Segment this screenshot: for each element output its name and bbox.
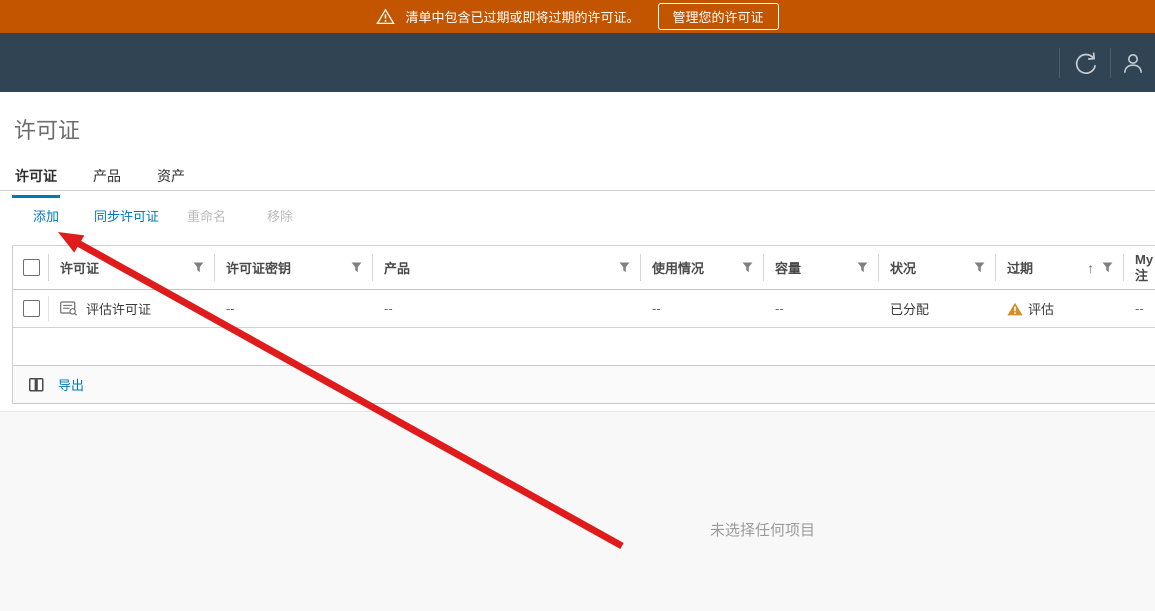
column-label: My 备注 bbox=[1135, 252, 1155, 283]
cell-value: -- bbox=[1135, 301, 1144, 316]
table-header-row: 许可证 许可证密钥 产品 使用情况 bbox=[13, 246, 1155, 290]
header-checkbox-cell bbox=[13, 246, 49, 289]
column-header-product[interactable]: 产品 bbox=[373, 246, 641, 289]
column-label: 使用情况 bbox=[652, 258, 704, 277]
cell-value: 评估 bbox=[1028, 299, 1054, 318]
grid-toolbar: 添加 同步许可证 重命名 移除 bbox=[0, 206, 1155, 230]
detail-pane bbox=[0, 412, 1155, 611]
column-label: 容量 bbox=[775, 258, 801, 277]
column-label: 过期 bbox=[1007, 258, 1033, 277]
column-label: 许可证 bbox=[60, 258, 99, 277]
banner-message: 清单中包含已过期或即将过期的许可证。 bbox=[405, 7, 639, 26]
column-label: 许可证密钥 bbox=[226, 258, 291, 277]
cell-value: -- bbox=[384, 301, 393, 316]
cell-value: -- bbox=[652, 301, 661, 316]
filter-icon[interactable] bbox=[193, 262, 204, 273]
column-header-capacity[interactable]: 容量 bbox=[764, 246, 879, 289]
filter-icon[interactable] bbox=[742, 262, 753, 273]
row-checkbox-cell bbox=[13, 290, 49, 327]
remove-button[interactable]: 移除 bbox=[267, 206, 293, 225]
sort-ascending-icon[interactable]: ↑ bbox=[1087, 260, 1094, 276]
cell-my-notes: -- bbox=[1124, 290, 1155, 327]
main-content: 许可证 许可证 产品 资产 添加 同步许可证 重命名 移除 许可证 bbox=[0, 92, 1155, 611]
table-footer: 导出 bbox=[13, 366, 1155, 404]
cell-value: 已分配 bbox=[890, 299, 929, 318]
warning-triangle-icon bbox=[1007, 302, 1023, 316]
cell-license-key: -- bbox=[215, 290, 373, 327]
cell-value: -- bbox=[226, 301, 235, 316]
row-checkbox[interactable] bbox=[23, 300, 40, 317]
column-header-expiration[interactable]: 过期 ↑ bbox=[996, 246, 1124, 289]
filter-icon[interactable] bbox=[351, 262, 362, 273]
tab-bar: 许可证 产品 资产 bbox=[12, 166, 188, 198]
tab-licenses[interactable]: 许可证 bbox=[12, 166, 60, 198]
license-name[interactable]: 评估许可证 bbox=[86, 299, 151, 318]
cell-product: -- bbox=[373, 290, 641, 327]
column-header-state[interactable]: 状况 bbox=[879, 246, 996, 289]
filter-icon[interactable] bbox=[974, 262, 985, 273]
export-button[interactable]: 导出 bbox=[58, 375, 84, 394]
warning-triangle-icon bbox=[376, 8, 395, 25]
cell-license: 评估许可证 bbox=[49, 290, 215, 327]
cell-expiration: 评估 bbox=[996, 290, 1124, 327]
add-button[interactable]: 添加 bbox=[33, 206, 59, 225]
cell-value: -- bbox=[775, 301, 784, 316]
user-icon[interactable] bbox=[1111, 51, 1155, 75]
rename-button[interactable]: 重命名 bbox=[187, 206, 226, 225]
column-label: 产品 bbox=[384, 258, 410, 277]
license-warning-banner: 清单中包含已过期或即将过期的许可证。 管理您的许可证 bbox=[0, 0, 1155, 33]
column-header-license[interactable]: 许可证 bbox=[49, 246, 215, 289]
table-empty-space bbox=[13, 328, 1155, 366]
tabs-divider bbox=[0, 190, 1155, 191]
column-header-license-key[interactable]: 许可证密钥 bbox=[215, 246, 373, 289]
license-icon bbox=[60, 301, 78, 316]
tab-assets[interactable]: 资产 bbox=[154, 166, 188, 198]
filter-icon[interactable] bbox=[1102, 262, 1113, 273]
app-window: 清单中包含已过期或即将过期的许可证。 管理您的许可证 许可证 许可证 产品 资产 bbox=[0, 0, 1155, 611]
top-navigation-bar bbox=[0, 33, 1155, 92]
cell-state: 已分配 bbox=[879, 290, 996, 327]
tab-products[interactable]: 产品 bbox=[90, 166, 124, 198]
column-header-usage[interactable]: 使用情况 bbox=[641, 246, 764, 289]
refresh-icon[interactable] bbox=[1060, 50, 1110, 76]
empty-selection-message: 未选择任何项目 bbox=[710, 519, 815, 540]
sync-licenses-button[interactable]: 同步许可证 bbox=[94, 206, 159, 225]
cell-capacity: -- bbox=[764, 290, 879, 327]
licenses-table: 许可证 许可证密钥 产品 使用情况 bbox=[12, 245, 1155, 404]
filter-icon[interactable] bbox=[619, 262, 630, 273]
column-label: 状况 bbox=[890, 258, 916, 277]
cell-usage: -- bbox=[641, 290, 764, 327]
table-row[interactable]: 评估许可证 -- -- -- -- 已分配 评估 bbox=[13, 290, 1155, 328]
column-picker-icon[interactable] bbox=[29, 378, 44, 392]
manage-licenses-button[interactable]: 管理您的许可证 bbox=[658, 3, 779, 30]
filter-icon[interactable] bbox=[857, 262, 868, 273]
page-title: 许可证 bbox=[14, 113, 80, 145]
select-all-checkbox[interactable] bbox=[23, 259, 40, 276]
column-header-my-notes[interactable]: My 备注 bbox=[1124, 246, 1155, 289]
